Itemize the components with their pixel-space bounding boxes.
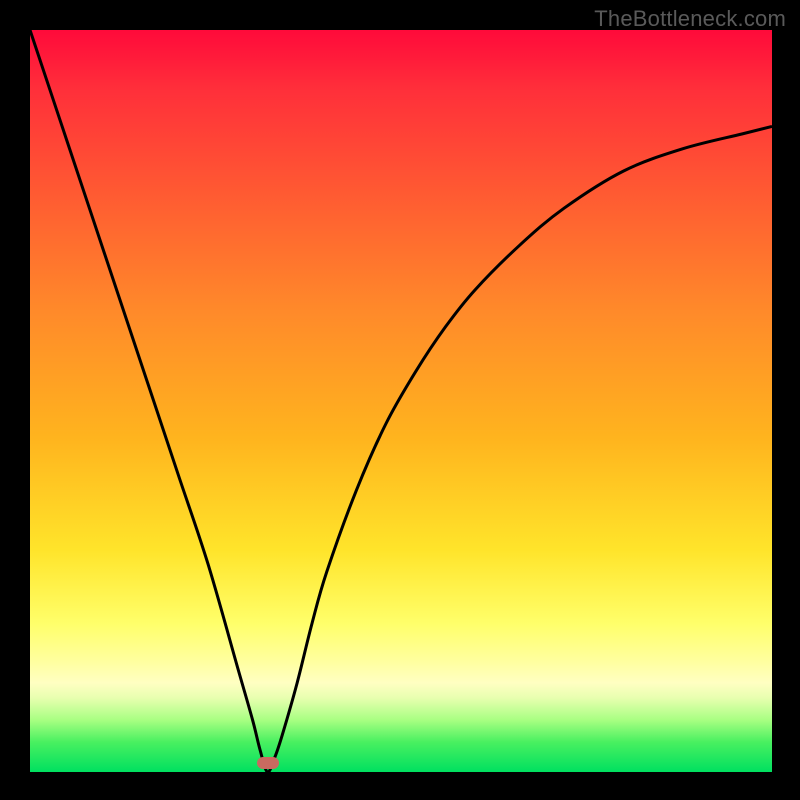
bottleneck-curve <box>0 0 800 800</box>
watermark-text: TheBottleneck.com <box>594 6 786 32</box>
chart-frame: TheBottleneck.com <box>0 0 800 800</box>
optimal-marker <box>257 757 279 769</box>
curve-path <box>30 30 772 772</box>
